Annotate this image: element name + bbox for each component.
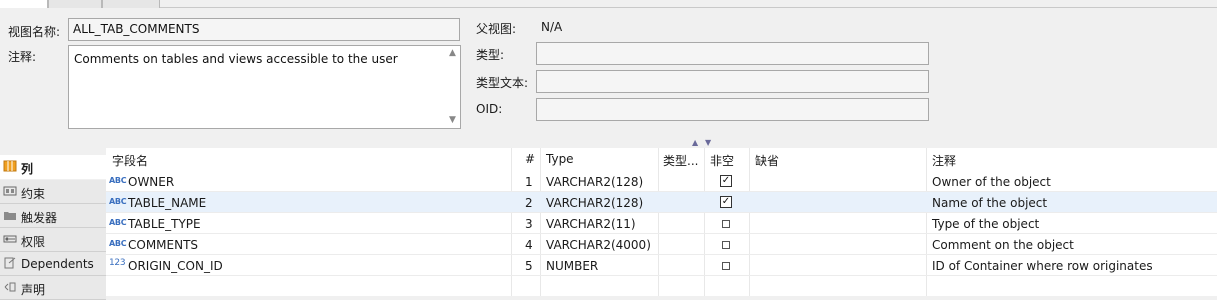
top-tab-2[interactable] [48,0,102,8]
not-null-checkbox[interactable] [722,241,730,249]
not-null-checkbox[interactable] [722,262,730,270]
field-comment: ID of Container where row originates [932,259,1153,273]
field-number: 1 [525,175,533,189]
sidebar-item-declaration[interactable]: 声明 [0,276,106,300]
table-row[interactable]: ABC OWNER 1 VARCHAR2(128) ✓ Owner of the… [106,171,1217,192]
comment-memo[interactable]: Comments on tables and views accessible … [68,45,461,129]
sidebar-item-constraints[interactable]: 约束 [0,180,106,204]
declaration-icon [4,282,16,292]
type-field[interactable] [536,42,929,65]
sidebar-item-triggers[interactable]: 触发器 [0,204,106,228]
scroll-down-icon[interactable]: ▼ [448,116,457,125]
comment-value: Comments on tables and views accessible … [74,52,398,66]
field-type: NUMBER [546,259,599,273]
scroll-up-icon[interactable]: ▲ [448,49,457,58]
field-comment: Name of the object [932,196,1048,210]
splitter-down-icon[interactable]: ▼ [705,138,711,147]
field-number: 5 [525,259,533,273]
field-name: TABLE_NAME [128,196,207,210]
column-header-type[interactable]: Type [540,148,658,170]
column-header-comment[interactable]: 注释 [926,148,1217,170]
field-name: ORIGIN_CON_ID [128,259,223,273]
text-type-icon: ABC [109,197,127,206]
sidebar-item-dependents[interactable]: Dependents [0,252,106,276]
view-name-value: ALL_TAB_COMMENTS [73,22,200,36]
column-header-label: 类型... [663,154,699,168]
number-type-icon: 123 [109,258,126,268]
table-row[interactable]: 123 ORIGIN_CON_ID 5 NUMBER ID of Contain… [106,255,1217,276]
constraint-icon [3,186,17,196]
field-name: TABLE_TYPE [128,217,201,231]
field-number: 4 [525,238,533,252]
field-number: 3 [525,217,533,231]
sidebar-item-label: 列 [21,162,34,176]
oid-label: OID: [476,102,503,116]
type-text-label: 类型文本: [476,76,529,90]
column-header-label: 注释 [932,154,957,168]
text-type-icon: ABC [109,176,127,185]
top-tab-1[interactable] [0,0,48,8]
columns-grid: 字段名 # Type 类型... 非空 缺省 注释 ABC OWNER 1 VA… [106,148,1217,296]
row-divider [106,275,1217,276]
sidebar: 列 约束 触发器 权限 Dependents 声明 [0,155,106,300]
column-header-label: 字段名 [112,154,149,168]
comment-label: 注释: [8,50,37,64]
comment-scrollbar[interactable]: ▲ ▼ [445,46,460,128]
sidebar-item-label: 触发器 [21,211,58,225]
column-header-number[interactable]: # [511,148,540,170]
column-header-label: Type [546,152,574,166]
oid-field[interactable] [536,98,929,121]
sidebar-item-columns[interactable]: 列 [0,155,106,179]
sidebar-item-privileges[interactable]: 权限 [0,228,106,252]
column-header-name[interactable]: 字段名 [106,148,511,170]
field-name: OWNER [128,175,175,189]
view-name-field[interactable]: ALL_TAB_COMMENTS [68,18,460,41]
field-comment: Type of the object [932,217,1040,231]
field-type: VARCHAR2(11) [546,217,636,231]
type-text-field[interactable] [536,70,929,93]
table-row[interactable]: ABC TABLE_NAME 2 VARCHAR2(128) ✓ Name of… [106,192,1217,213]
field-type: VARCHAR2(128) [546,175,644,189]
top-tab-3[interactable] [102,0,160,8]
column-header-not-null[interactable]: 非空 [704,148,749,170]
columns-icon [3,160,17,172]
table-row[interactable]: ABC COMMENTS 4 VARCHAR2(4000) Comment on… [106,234,1217,255]
text-type-icon: ABC [109,239,127,248]
field-type: VARCHAR2(4000) [546,238,651,252]
sidebar-item-label: 声明 [21,283,46,297]
table-row[interactable]: ABC TABLE_TYPE 3 VARCHAR2(11) Type of th… [106,213,1217,234]
text-type-icon: ABC [109,218,127,227]
folder-icon [4,212,16,220]
sidebar-item-label: 约束 [21,187,46,201]
parent-view-label: 父视图: [476,22,517,36]
field-comment: Owner of the object [932,175,1051,189]
dependency-icon [4,257,16,269]
field-number: 2 [525,196,533,210]
field-comment: Comment on the object [932,238,1074,252]
key-icon [3,235,17,243]
type-label: 类型: [476,48,505,62]
column-header-label: 非空 [710,154,735,168]
sidebar-item-label: 权限 [21,235,46,249]
field-type: VARCHAR2(128) [546,196,644,210]
top-tab-strip [0,0,1217,8]
parent-view-value: N/A [541,20,563,34]
sidebar-item-label: Dependents [21,257,94,271]
view-name-label: 视图名称: [8,25,61,39]
splitter-up-icon[interactable]: ▲ [692,138,698,147]
column-header-label: # [525,152,536,166]
column-header-default[interactable]: 缺省 [749,148,926,170]
not-null-checkbox[interactable] [722,220,730,228]
not-null-checkbox[interactable]: ✓ [720,175,732,187]
column-header-label: 缺省 [755,154,780,168]
not-null-checkbox[interactable]: ✓ [720,196,732,208]
column-header-type-mod[interactable]: 类型... [658,148,704,170]
field-name: COMMENTS [128,238,199,252]
